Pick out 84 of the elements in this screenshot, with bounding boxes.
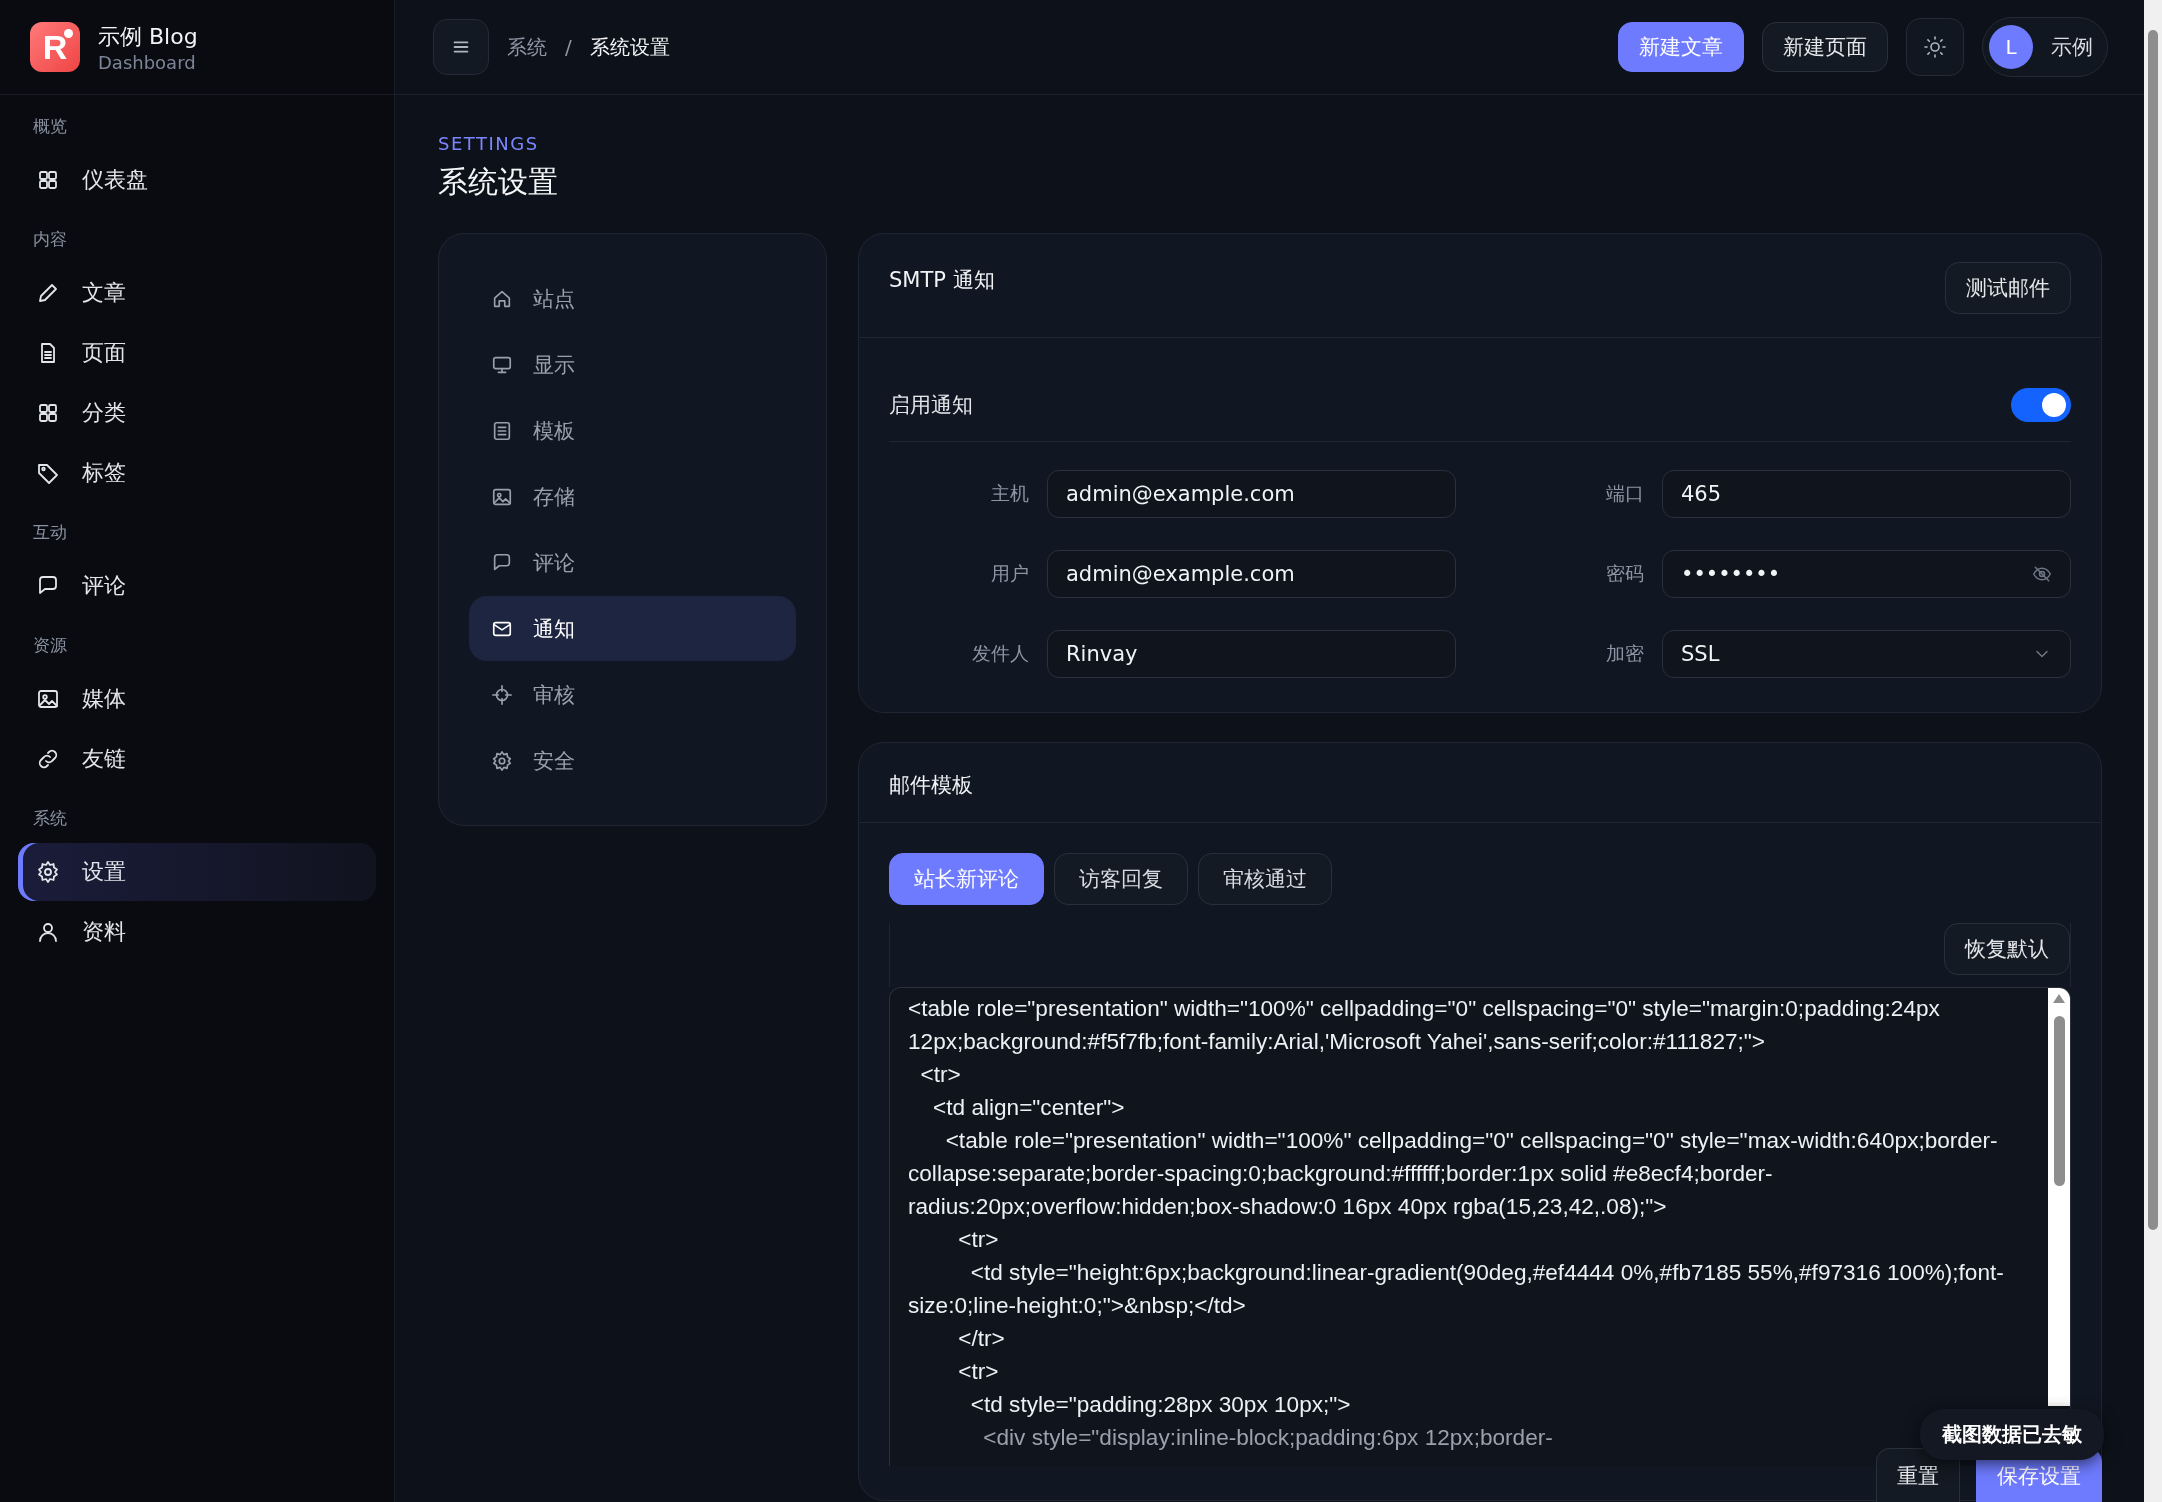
- image-icon: [36, 687, 60, 711]
- code-line: <div style="display:inline-block;padding:6px 12px;border-: [982, 1424, 1553, 1452]
- settings-nav-item[interactable]: 存储: [469, 464, 796, 529]
- sidebar-item[interactable]: 友链: [18, 730, 376, 788]
- link-icon: [36, 747, 60, 771]
- sidebar-item[interactable]: 文章: [18, 264, 376, 322]
- sidebar-item[interactable]: 媒体: [18, 670, 376, 728]
- section-label: 概览: [32, 115, 68, 138]
- code-line: <tr>: [919, 1061, 961, 1089]
- field-label: 加密: [1605, 641, 1644, 666]
- password-field[interactable]: ••••••••: [1662, 550, 2071, 598]
- sidebar-item[interactable]: 设置: [18, 843, 376, 901]
- pencil-icon: [36, 281, 60, 305]
- toggle-label: 启用通知: [889, 391, 973, 419]
- tag-icon: [36, 461, 60, 485]
- sidebar-item[interactable]: 页面: [18, 324, 376, 382]
- sidebar-item[interactable]: 评论: [18, 557, 376, 615]
- toolbar-button[interactable]: 新建文章: [1618, 22, 1744, 72]
- input-field[interactable]: admin@example.com: [1047, 550, 1456, 598]
- settings-icon: [491, 749, 513, 772]
- settings-nav-item[interactable]: 模板: [469, 398, 796, 463]
- test-mail-button[interactable]: 测试邮件: [1945, 262, 2071, 314]
- restore-default-button[interactable]: 恢复默认: [1944, 923, 2070, 975]
- settings-icon: [36, 860, 60, 884]
- page-title: 系统设置: [438, 163, 559, 201]
- breadcrumb-item[interactable]: 系统: [507, 33, 547, 61]
- avatar: L: [1989, 25, 2033, 69]
- template-tab[interactable]: 站长新评论: [889, 853, 1044, 905]
- sun-icon[interactable]: [1923, 35, 1947, 59]
- input-field[interactable]: Rinvay: [1047, 630, 1456, 678]
- crosshair-icon: [491, 683, 513, 706]
- code-line: <tr>: [957, 1226, 999, 1254]
- select-field[interactable]: SSL: [1662, 630, 2071, 678]
- input-field[interactable]: 465: [1662, 470, 2071, 518]
- code-line: <td align="center">: [932, 1094, 1125, 1122]
- section-label: 互动: [32, 521, 68, 544]
- notice-toast: 截图数据已去敏: [1920, 1409, 2104, 1460]
- template-tab[interactable]: 访客回复: [1054, 853, 1188, 905]
- user-menu[interactable]: L 示例: [1982, 17, 2108, 77]
- grid-icon: [36, 401, 60, 425]
- field-label: 端口: [1605, 481, 1644, 506]
- breadcrumb-item: 系统设置: [589, 33, 670, 61]
- code-line: <tr>: [957, 1358, 999, 1386]
- breadcrumb-separator: /: [565, 35, 572, 59]
- toolbar-button[interactable]: 新建页面: [1762, 22, 1888, 72]
- card-title: 邮件模板: [889, 772, 973, 799]
- list-icon: [491, 419, 513, 442]
- settings-nav-item[interactable]: 显示: [469, 332, 796, 397]
- brand-title: 示例 Blog: [98, 22, 198, 51]
- code-line: <table role="presentation" width="100%" cellpadding="0" cellspacing="0" style="max-width:640px;border-collapse:separate;border-spacing:0;background:#ffffff;border:1px solid #e8ecf4;border-radius:20px;overflow:hidden;box-shadow:0 16px 40px rgba(15,23,42,.08);">: [908, 1127, 1999, 1221]
- brand-subtitle: Dashboard: [98, 51, 197, 73]
- field-label: 发件人: [971, 641, 1029, 666]
- menu-button[interactable]: [433, 19, 489, 75]
- field-label: 密码: [1605, 561, 1644, 586]
- code-line: </tr>: [957, 1325, 1005, 1353]
- section-label: 系统: [32, 807, 68, 830]
- logo-icon: R: [30, 22, 80, 72]
- field-label: 主机: [990, 481, 1029, 506]
- code-line: <table role="presentation" width="100%" cellpadding="0" cellspacing="0" style="margin:0;padding:24px 12px;background:#f5f7fb;font-family:Arial,'Microsoft Yahei',sans-serif;color:#111827;">: [908, 995, 1941, 1056]
- settings-nav-item[interactable]: 评论: [469, 530, 796, 595]
- template-tab[interactable]: 审核通过: [1198, 853, 1332, 905]
- eye-slash-icon[interactable]: [2032, 564, 2052, 584]
- section-label: 内容: [32, 228, 68, 251]
- sidebar-item[interactable]: 分类: [18, 384, 376, 442]
- input-field[interactable]: admin@example.com: [1047, 470, 1456, 518]
- card-title: SMTP 通知: [889, 267, 995, 294]
- code-line: <td style="padding:28px 30px 10px;">: [969, 1391, 1351, 1419]
- settings-nav-item[interactable]: 审核: [469, 662, 796, 727]
- grid-icon: [36, 168, 60, 192]
- page-eyebrow: SETTINGS: [438, 133, 540, 154]
- user-icon: [36, 920, 60, 944]
- settings-nav-item[interactable]: 安全: [469, 728, 796, 793]
- sidebar-item[interactable]: 标签: [18, 444, 376, 502]
- scrollbar[interactable]: [2144, 0, 2162, 1502]
- sidebar-item[interactable]: 资料: [18, 903, 376, 961]
- settings-nav-item[interactable]: 站点: [469, 266, 796, 331]
- scrollbar[interactable]: [2048, 988, 2070, 1406]
- toggle-switch[interactable]: [2011, 387, 2071, 422]
- field-label: 用户: [990, 561, 1029, 586]
- settings-nav-item[interactable]: 通知: [469, 596, 796, 661]
- section-label: 资源: [32, 634, 68, 657]
- code-line: <td style="height:6px;background:linear-gradient(90deg,#ef4444 0%,#fb7185 55%,#f97316 100%);font-size:0;line-height:0;">&nbsp;</td>: [908, 1259, 2005, 1320]
- theme-toggle-button[interactable]: [1906, 18, 1964, 76]
- sidebar-item[interactable]: 仪表盘: [18, 151, 376, 209]
